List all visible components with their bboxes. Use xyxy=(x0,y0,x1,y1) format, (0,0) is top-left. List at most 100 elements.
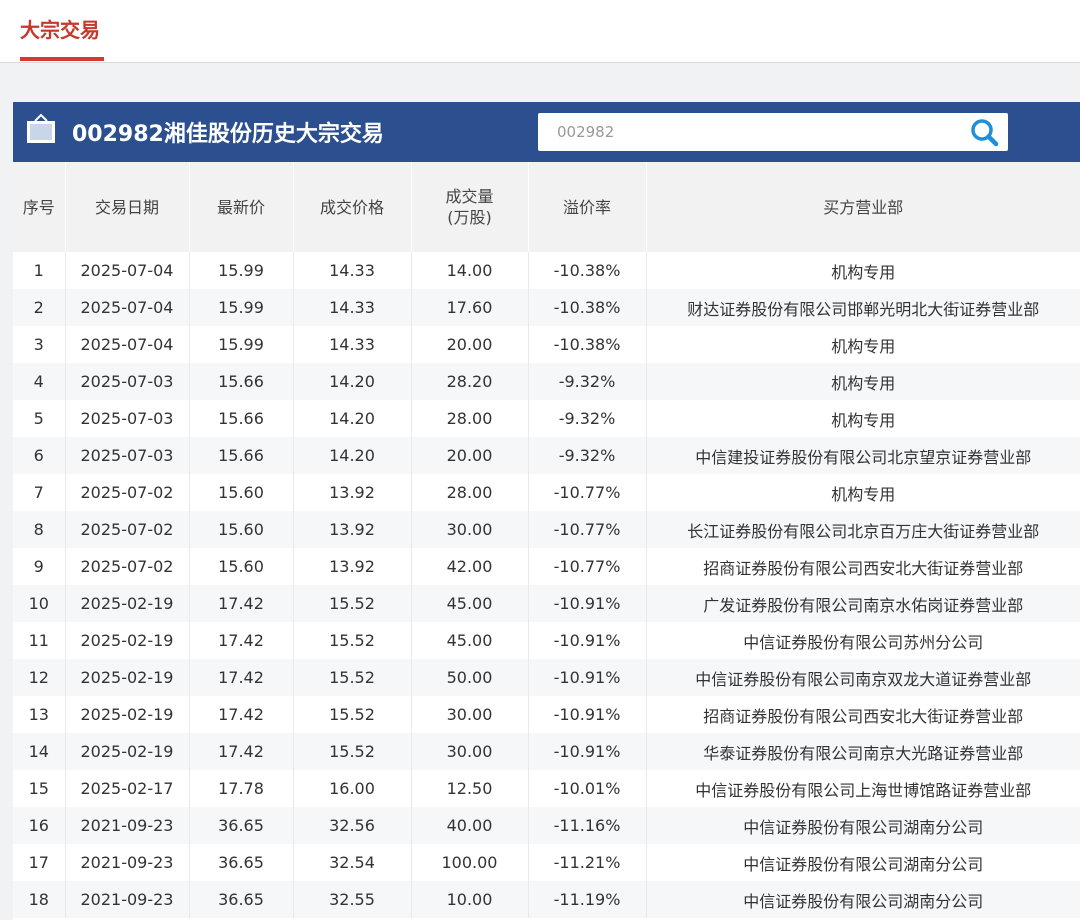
cell-date: 2021-09-23 xyxy=(65,844,190,881)
table-row[interactable]: 4 2025-07-03 15.66 14.20 28.20 -9.32% 机构专用 xyxy=(13,363,1080,400)
table-row[interactable]: 14 2025-02-19 17.42 15.52 30.00 -10.91% 华泰证券股份… xyxy=(13,733,1080,770)
table-row[interactable]: 8 2025-07-02 15.60 13.92 30.00 -10.77% 长江证券股份有… xyxy=(13,511,1080,548)
table-row[interactable]: 13 2025-02-19 17.42 15.52 30.00 -10.91% 招商证券股份… xyxy=(13,696,1080,733)
cell-date: 2021-09-23 xyxy=(65,881,190,918)
cell-premium: -10.38% xyxy=(528,326,647,363)
col-header-premium[interactable]: 溢价率 xyxy=(528,162,647,252)
cell-latest-price: 17.42 xyxy=(189,622,294,659)
cell-premium: -10.91% xyxy=(528,696,647,733)
cell-buyer: 财达证券股份有限公司邯郸光明北大街证券营业部 xyxy=(646,289,1080,326)
cell-volume: 10.00 xyxy=(411,881,529,918)
cell-date: 2025-07-03 xyxy=(65,363,190,400)
cell-volume: 30.00 xyxy=(411,733,529,770)
col-header-latest[interactable]: 最新价 xyxy=(189,162,294,252)
table-row[interactable]: 7 2025-07-02 15.60 13.92 28.00 -10.77% 机构专用 xyxy=(13,474,1080,511)
cell-premium: -10.77% xyxy=(528,548,647,585)
col-header-volume-line2: (万股) xyxy=(447,208,492,227)
cell-latest-price: 15.66 xyxy=(189,400,294,437)
table-row[interactable]: 1 2025-07-04 15.99 14.33 14.00 -10.38% 机构专用 xyxy=(13,252,1080,289)
cell-buyer: 华泰证券股份有限公司南京大光路证券营业部 xyxy=(646,733,1080,770)
cell-index: 16 xyxy=(13,807,66,844)
cell-index: 10 xyxy=(13,585,66,622)
table-row[interactable]: 3 2025-07-04 15.99 14.33 20.00 -10.38% 机构专用 xyxy=(13,326,1080,363)
table-row[interactable]: 16 2021-09-23 36.65 32.56 40.00 -11.16% 中信证券股份… xyxy=(13,807,1080,844)
table-row[interactable]: 18 2021-09-23 36.65 32.55 10.00 -11.19% 中信证券股份… xyxy=(13,881,1080,918)
cell-premium: -11.19% xyxy=(528,881,647,918)
cell-index: 7 xyxy=(13,474,66,511)
cell-index: 5 xyxy=(13,400,66,437)
table-row[interactable]: 5 2025-07-03 15.66 14.20 28.00 -9.32% 机构专用 xyxy=(13,400,1080,437)
cell-index: 13 xyxy=(13,696,66,733)
cell-latest-price: 17.78 xyxy=(189,770,294,807)
cell-latest-price: 15.60 xyxy=(189,548,294,585)
cell-premium: -10.91% xyxy=(528,659,647,696)
cell-volume: 42.00 xyxy=(411,548,529,585)
cell-volume: 12.50 xyxy=(411,770,529,807)
cell-latest-price: 15.66 xyxy=(189,437,294,474)
cell-index: 14 xyxy=(13,733,66,770)
cell-deal-price: 14.20 xyxy=(293,400,412,437)
cell-latest-price: 15.60 xyxy=(189,474,294,511)
cell-buyer: 中信证券股份有限公司湖南分公司 xyxy=(646,881,1080,918)
cell-latest-price: 36.65 xyxy=(189,844,294,881)
page-title: 002982湘佳股份历史大宗交易 xyxy=(72,122,384,147)
col-header-deal-price[interactable]: 成交价格 xyxy=(293,162,412,252)
cell-premium: -11.21% xyxy=(528,844,647,881)
cell-date: 2025-02-19 xyxy=(65,585,190,622)
tab-active-indicator xyxy=(20,57,104,61)
cell-date: 2025-07-02 xyxy=(65,548,190,585)
cell-premium: -9.32% xyxy=(528,400,647,437)
cell-deal-price: 14.33 xyxy=(293,326,412,363)
cell-latest-price: 15.66 xyxy=(189,363,294,400)
cell-deal-price: 13.92 xyxy=(293,474,412,511)
cell-date: 2021-09-23 xyxy=(65,807,190,844)
cell-deal-price: 32.55 xyxy=(293,881,412,918)
cell-premium: -10.77% xyxy=(528,474,647,511)
col-header-volume-line1: 成交量 xyxy=(445,187,494,206)
cell-index: 3 xyxy=(13,326,66,363)
stock-board-icon xyxy=(25,113,57,145)
search-input[interactable] xyxy=(538,113,958,151)
table-row[interactable]: 11 2025-02-19 17.42 15.52 45.00 -10.91% 中信证券股份… xyxy=(13,622,1080,659)
col-header-buyer[interactable]: 买方营业部 xyxy=(646,162,1080,252)
cell-deal-price: 14.33 xyxy=(293,252,412,289)
cell-buyer: 招商证券股份有限公司西安北大街证券营业部 xyxy=(703,706,1024,726)
col-header-volume[interactable]: 成交量 (万股) xyxy=(411,162,529,252)
cell-volume: 28.20 xyxy=(411,363,529,400)
cell-premium: -10.91% xyxy=(528,733,647,770)
cell-buyer: 招商证券股份有限公司西安北大街证券营业部 xyxy=(703,558,1024,578)
cell-volume: 28.00 xyxy=(411,400,529,437)
cell-deal-price: 14.33 xyxy=(293,289,412,326)
cell-deal-price: 15.52 xyxy=(293,585,412,622)
cell-buyer: 机构专用 xyxy=(646,363,1080,400)
table-row[interactable]: 2 2025-07-04 15.99 14.33 17.60 -10.38% 财达证券股份有… xyxy=(13,289,1080,326)
cell-buyer: 中信证券股份有限公司湖南分公司 xyxy=(743,854,984,874)
table-row[interactable]: 9 2025-07-02 15.60 13.92 42.00 -10.77% 招商证券股份有… xyxy=(13,548,1080,585)
table-row[interactable]: 15 2025-02-17 17.78 16.00 12.50 -10.01% 中信证券股份… xyxy=(13,770,1080,807)
cell-date: 2025-07-03 xyxy=(65,400,190,437)
cell-premium: -10.91% xyxy=(528,622,647,659)
cell-premium: -9.32% xyxy=(528,437,647,474)
cell-volume: 14.00 xyxy=(411,252,529,289)
table-row[interactable]: 10 2025-02-19 17.42 15.52 45.00 -10.91% 广发证券股份… xyxy=(13,585,1080,622)
cell-buyer: 中信建投证券股份有限公司北京望京证券营业部 xyxy=(646,437,1080,474)
cell-index: 11 xyxy=(13,622,66,659)
cell-buyer: 中信证券股份有限公司湖南分公司 xyxy=(646,807,1080,844)
cell-volume: 17.60 xyxy=(411,289,529,326)
cell-date: 2025-07-02 xyxy=(65,474,190,511)
cell-premium: -9.32% xyxy=(528,363,647,400)
search-button[interactable] xyxy=(966,116,1002,148)
table-row[interactable]: 6 2025-07-03 15.66 14.20 20.00 -9.32% 中信建投证券股份… xyxy=(13,437,1080,474)
col-header-index[interactable]: 序号 xyxy=(13,162,66,252)
table-row[interactable]: 12 2025-02-19 17.42 15.52 50.00 -10.91% 中信证券股份… xyxy=(13,659,1080,696)
table-row[interactable]: 17 2021-09-23 36.65 32.54 100.00 -11.21% 中信证券股… xyxy=(13,844,1080,881)
col-header-date[interactable]: 交易日期 xyxy=(65,162,190,252)
cell-date: 2025-07-04 xyxy=(65,252,190,289)
cell-date: 2025-02-19 xyxy=(65,696,190,733)
cell-index: 9 xyxy=(13,548,66,585)
cell-volume: 40.00 xyxy=(411,807,529,844)
cell-premium: -11.16% xyxy=(528,807,647,844)
table-header-row: 序号 交易日期 最新价 成交价格 成交量 (万股) 溢价率 买方营业部 xyxy=(13,162,1080,252)
tab-block-trade[interactable]: 大宗交易 xyxy=(20,14,100,43)
top-nav: 大宗交易 xyxy=(0,0,1080,63)
